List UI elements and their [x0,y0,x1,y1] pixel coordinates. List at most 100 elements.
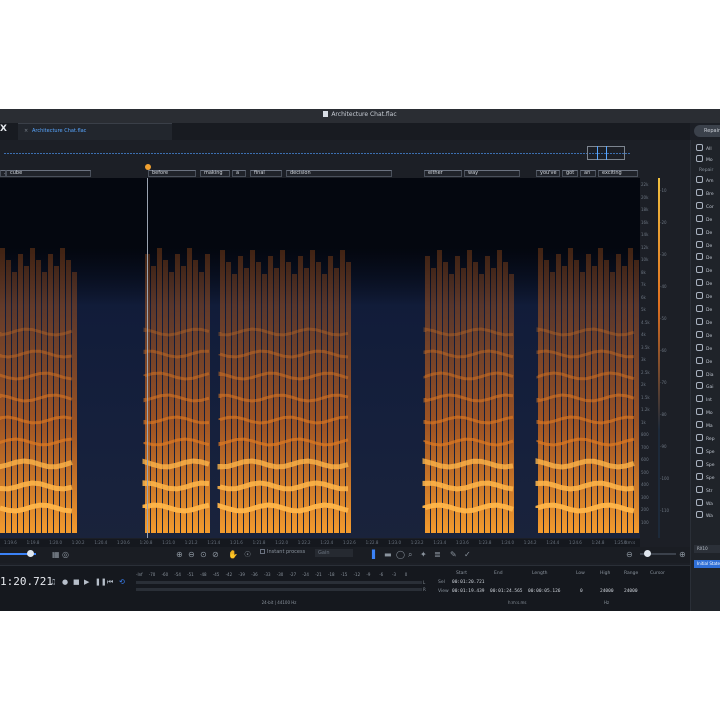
word-label[interactable]: an [580,170,596,177]
instant-process-toggle[interactable]: Instant process [260,549,305,555]
word-label[interactable]: cube [6,170,91,177]
word-label[interactable]: either [424,170,462,177]
sidebar-module-item[interactable]: De [693,305,720,315]
view-length-value[interactable]: 00:00:05.126 [528,589,561,594]
sidebar-module-item[interactable]: Mo [693,408,720,418]
pause-button[interactable]: ❚❚ [95,578,107,586]
word-label[interactable]: before [148,170,196,177]
close-tab-icon[interactable]: × [24,128,28,134]
rewind-button[interactable]: ⏮ [107,578,113,587]
waveform-overview[interactable] [0,143,660,163]
level-tick-label: -21 [315,572,322,577]
word-label[interactable]: got [562,170,578,177]
sidebar-module-item[interactable]: De [693,343,720,354]
sidebar-module-item[interactable]: De [693,253,720,263]
sidebar-module-item[interactable]: Ma [693,421,720,431]
sidebar-module-item[interactable]: Dia [693,369,720,380]
spectrogram[interactable] [0,178,640,538]
sidebar-module-item[interactable]: De [693,227,720,238]
lasso-icon[interactable]: ◯ [396,550,405,559]
spectral-energy-column [473,262,478,533]
sidebar-module-item[interactable]: Wa [693,511,720,521]
loop-button[interactable]: ⟲ [119,578,125,586]
spectral-energy-column [610,272,615,533]
sidebar-module-item[interactable]: Gai [693,382,720,392]
sidebar-module-item[interactable]: De [693,330,720,341]
instant-process-mode-select[interactable]: Gain [315,549,353,557]
sidebar-module-item[interactable]: De [693,266,720,276]
module-icon [696,155,703,162]
sidebar-module-item[interactable]: Bre [693,188,720,199]
repair-button[interactable]: Repair [694,125,720,137]
initial-state-button[interactable]: Initial State [694,560,720,568]
zoom-slider-knob[interactable] [26,550,34,557]
preset-select[interactable]: RX10 [694,545,720,553]
word-label[interactable]: exciting [598,170,638,177]
spectrogram-image [0,178,640,538]
sidebar-module-item[interactable]: Int [693,395,720,405]
time-select-icon[interactable]: ▌ [372,550,378,559]
vertical-zoom-icon[interactable]: ⊕ [679,550,686,559]
horizontal-zoom-icon[interactable]: ⊖ [626,550,633,559]
zoom-in-icon[interactable]: ⊕ [176,550,183,559]
freq-select-icon[interactable]: ▬ [384,550,392,559]
level-meter-left [136,581,422,584]
word-label[interactable]: making [200,170,230,177]
sidebar-module-item[interactable]: De [693,356,720,367]
freq-tick-label: 300 [641,494,649,500]
sel-start-value[interactable]: 00:01:20.721 [452,580,485,585]
wand-icon[interactable]: ✦ [420,550,427,559]
sidebar-module-item[interactable]: Spe [693,472,720,483]
sidebar-module-item[interactable]: De [693,279,720,289]
level-tick-label: -51 [187,572,194,577]
sidebar-module-item[interactable]: De [693,240,720,251]
module-icon [696,472,703,480]
grid-icon[interactable]: ▦ [52,550,60,559]
pencil-icon[interactable]: ✎ [450,550,457,559]
sidebar-module-item[interactable]: Spe [693,446,720,457]
time-tick-label: 1:20.2 [71,540,85,545]
record-button[interactable]: ● [62,578,68,586]
word-label[interactable]: you've [536,170,560,177]
sidebar-filter-item[interactable]: All [693,144,720,154]
end-header: End [494,571,503,576]
curve-icon[interactable]: ✓ [464,550,471,559]
file-tab[interactable]: × Architecture Chat.flac [18,123,172,140]
zoom-selection-icon[interactable]: ⊙ [200,550,207,559]
instant-process-checkbox[interactable] [260,549,265,554]
headphones-icon[interactable]: ♫ [50,578,56,586]
sidebar-module-item[interactable]: De [693,317,720,328]
brush-icon[interactable]: ⌕ [408,550,412,559]
word-label[interactable]: a [232,170,246,177]
sidebar-module-item[interactable]: Am [693,176,720,186]
loop-icon[interactable]: ◎ [62,550,69,559]
eq-icon[interactable]: ≣ [434,550,441,559]
word-label[interactable]: way [464,170,520,177]
sidebar-module-item[interactable]: De [693,214,720,225]
sidebar-module-item[interactable]: Wa [693,498,720,509]
sidebar-module-item[interactable]: Str [693,485,720,496]
hand-tool-icon[interactable]: ☉ [244,550,251,559]
playback-cursor[interactable] [147,178,148,538]
view-high-value[interactable]: 24000 [600,589,614,594]
sidebar-module-item[interactable]: Cor [693,201,720,212]
spectral-energy-column [461,268,466,533]
sidebar-module-item[interactable]: Rep [693,434,720,444]
sidebar-module-item[interactable]: Spe [693,459,720,470]
zoom-out-icon[interactable]: ⊖ [188,550,195,559]
stop-button[interactable]: ■ [73,578,80,586]
hand-icon[interactable]: ✋ [228,550,238,559]
word-label[interactable]: decision [286,170,392,177]
module-icon [696,485,703,493]
overview-selection[interactable] [597,146,607,160]
view-start-value[interactable]: 00:01:19.439 [452,589,485,594]
view-end-value[interactable]: 00:01:24.565 [490,589,523,594]
view-low-value[interactable]: 0 [580,589,583,594]
play-button[interactable]: ▶ [84,578,89,586]
sidebar-module-item[interactable]: De [693,292,720,302]
time-ruler[interactable]: 1:19.6 1:19.8 1:20.0 1:20.2 1:20.4 1:20.6 1:20… [0,539,640,547]
zoom-fit-icon[interactable]: ⊘ [212,550,219,559]
word-label[interactable]: final [250,170,282,177]
view-range-value[interactable]: 24000 [624,589,638,594]
sidebar-filter-item[interactable]: Mo [693,155,720,165]
